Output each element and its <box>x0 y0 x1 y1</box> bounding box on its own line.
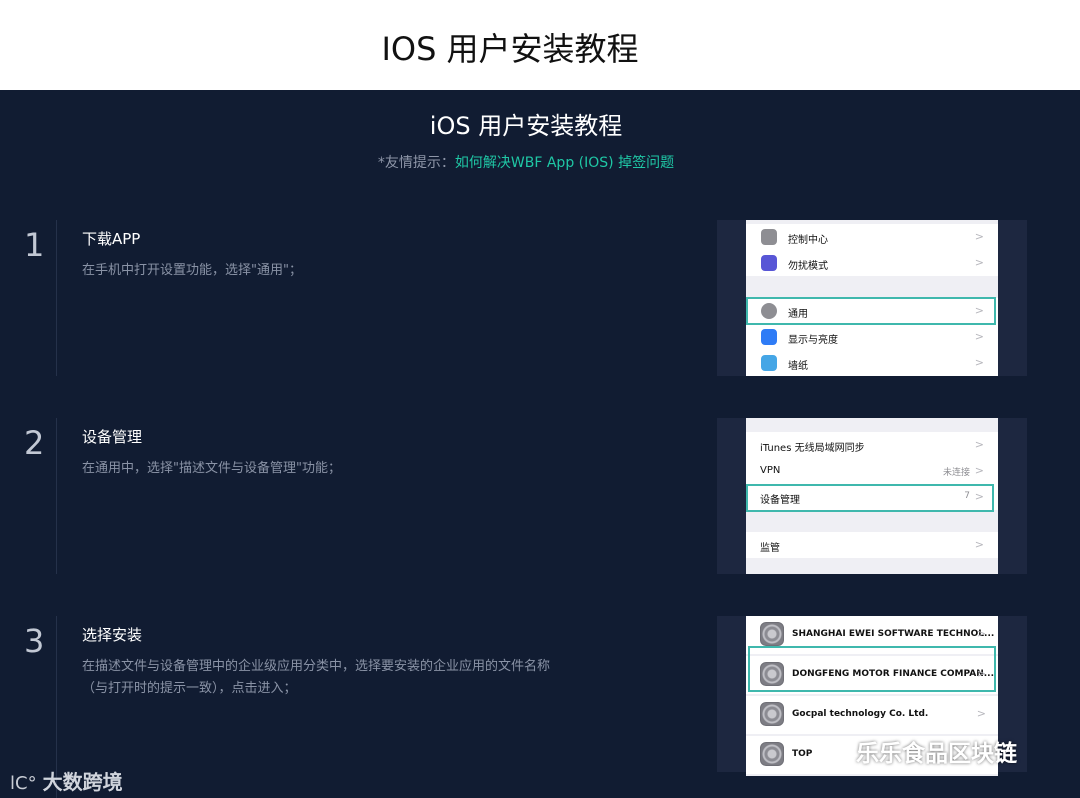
gear-icon <box>760 702 784 726</box>
row-label: 勿扰模式 <box>788 261 828 272</box>
wechat-icon <box>820 740 850 764</box>
chevron-right-icon: > <box>974 256 984 269</box>
control-center-icon <box>761 229 777 245</box>
watermark-right: 乐乐食品区块链 <box>820 734 1017 767</box>
chevron-right-icon: > <box>974 330 984 343</box>
watermark-left-text: 大数跨境 <box>42 770 123 794</box>
step-screenshot: iTunes 无线局域网同步 > VPN 未连接 > 设备管理 7 > 监管 > <box>717 418 1027 574</box>
step-title: 设备管理 <box>82 428 143 446</box>
row-label: iTunes 无线局域网同步 <box>760 443 865 454</box>
chevron-right-icon: > <box>974 438 984 451</box>
row-label: VPN <box>760 465 781 476</box>
step-1: 1 下载APP 在手机中打开设置功能，选择"通用"； 控制中心 > 勿扰模式 > <box>0 220 1080 380</box>
tutorial-panel: iOS 用户安装教程 *友情提示：如何解决WBF App (IOS) 掉签问题 … <box>0 90 1080 798</box>
step-description: 在通用中，选择"描述文件与设备管理"功能； <box>82 461 341 476</box>
vpn-status: 未连接 <box>942 468 970 478</box>
chevron-right-icon: > <box>974 356 984 369</box>
step-title: 选择安装 <box>82 626 143 644</box>
settings-row-dnd: 勿扰模式 > <box>746 250 998 276</box>
gear-icon <box>760 622 784 646</box>
step-2: 2 设备管理 在通用中，选择"描述文件与设备管理"功能； iTunes 无线局域… <box>0 418 1080 578</box>
step-description: 在手机中打开设置功能，选择"通用"； <box>82 263 302 278</box>
step-divider <box>56 220 57 376</box>
row-label: 墙纸 <box>788 361 808 372</box>
row-label: SHANGHAI EWEI SOFTWARE TECHNOL... <box>792 629 995 639</box>
display-brightness-icon <box>761 329 777 345</box>
step-number: 2 <box>24 424 45 462</box>
step-title: 下载APP <box>82 230 141 248</box>
row-label: TOP <box>792 749 813 759</box>
watermark-right-text: 乐乐食品区块链 <box>856 741 1017 767</box>
wallpaper-icon <box>761 355 777 371</box>
general-row-supervision: 监管 > <box>746 532 998 558</box>
brand-logo-icon: lC° <box>10 773 37 794</box>
step-description: 在描述文件与设备管理中的企业级应用分类中，选择要安装的企业应用的文件名称（与打开… <box>82 659 551 696</box>
hint-line: *友情提示：如何解决WBF App (IOS) 掉签问题 <box>0 152 1052 172</box>
step-divider <box>56 418 57 574</box>
chevron-right-icon: > <box>974 230 984 243</box>
settings-row-wallpaper: 墙纸 > <box>746 350 998 376</box>
step-number: 1 <box>24 226 45 264</box>
chevron-right-icon: > <box>976 707 986 720</box>
row-label: 控制中心 <box>788 235 828 246</box>
gear-icon <box>760 742 784 766</box>
highlight-box <box>746 297 996 325</box>
general-row-itunes: iTunes 无线局域网同步 > <box>746 432 998 458</box>
panel-title: iOS 用户安装教程 <box>429 112 623 140</box>
top-header: IOS 用户安装教程 <box>0 0 1080 90</box>
settings-row-display: 显示与亮度 > <box>746 324 998 350</box>
chevron-right-icon: > <box>976 627 986 640</box>
step-screenshot: 控制中心 > 勿扰模式 > 通用 > 显示与亮度 > 墙纸 > <box>717 220 1027 376</box>
row-label: 监管 <box>760 543 780 554</box>
moon-icon <box>761 255 777 271</box>
chevron-right-icon: > <box>974 464 984 477</box>
settings-row-control-center: 控制中心 > <box>746 224 998 250</box>
row-label: 显示与亮度 <box>788 335 838 346</box>
hint-prefix: *友情提示： <box>377 155 455 171</box>
phone-general-screen: iTunes 无线局域网同步 > VPN 未连接 > 设备管理 7 > 监管 > <box>746 418 998 574</box>
watermark-left: lC° 大数跨境 <box>10 766 123 795</box>
highlight-box <box>748 646 996 692</box>
highlight-box <box>746 484 994 512</box>
step-number: 3 <box>24 622 45 660</box>
profile-row: Gocpal technology Co. Ltd. > <box>746 696 998 734</box>
general-row-vpn: VPN 未连接 > <box>746 458 998 484</box>
page-title: IOS 用户安装教程 <box>381 30 639 68</box>
hint-link[interactable]: 如何解决WBF App (IOS) 掉签问题 <box>455 155 674 171</box>
chevron-right-icon: > <box>974 538 984 551</box>
row-label: Gocpal technology Co. Ltd. <box>792 709 929 719</box>
phone-settings-screen: 控制中心 > 勿扰模式 > 通用 > 显示与亮度 > 墙纸 > <box>746 220 998 376</box>
